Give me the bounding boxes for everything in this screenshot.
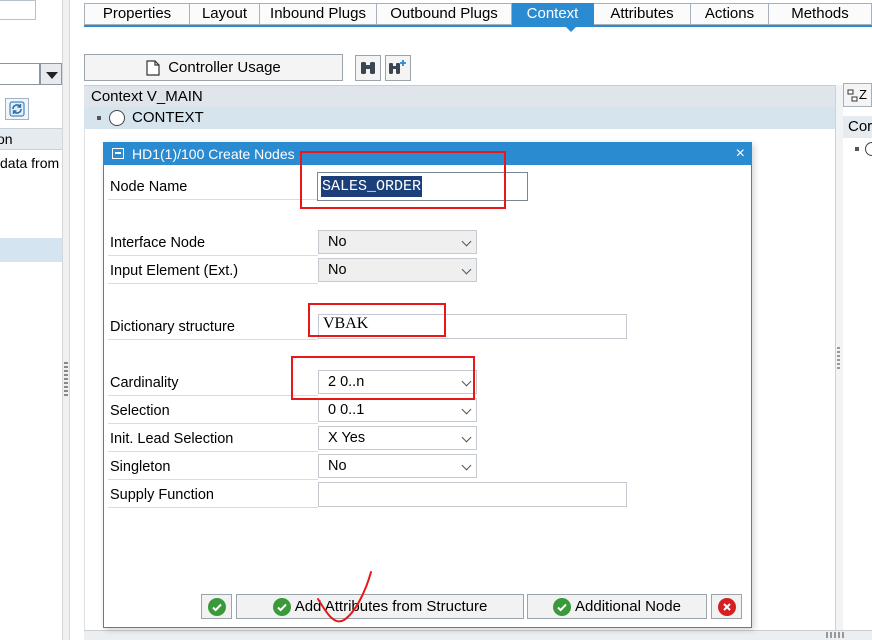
find-button[interactable] <box>355 55 381 81</box>
checkmark-icon <box>207 597 226 616</box>
selection-label: Selection <box>110 403 170 419</box>
chevron-down-icon <box>461 236 472 247</box>
refresh-icon <box>9 101 25 117</box>
left-list-item-text: data from <box>0 155 60 171</box>
right-splitter-grip-icon[interactable] <box>837 347 840 369</box>
chevron-down-icon <box>461 460 472 471</box>
chevron-down-icon <box>461 404 472 415</box>
dropdown-arrow-icon[interactable] <box>40 63 62 85</box>
node-name-value[interactable]: SALES_ORDER <box>321 176 423 197</box>
cardinality-select[interactable]: 2 0..n <box>318 370 477 394</box>
refresh-button[interactable] <box>5 98 29 120</box>
additional-node-button[interactable]: Additional Node <box>527 594 707 619</box>
add-attributes-from-structure-button[interactable]: Add Attributes from Structure <box>236 594 524 619</box>
checkmark-icon <box>272 597 291 616</box>
splitter-grip-icon[interactable] <box>64 362 68 398</box>
nodes-icon <box>847 89 858 102</box>
scroll-grip-icon[interactable] <box>826 632 846 638</box>
dialog-title: HD1(1)/100 Create Nodes <box>132 146 295 162</box>
interface-node-label: Interface Node <box>110 235 206 251</box>
horizontal-scrollbar[interactable] <box>84 630 872 640</box>
tab-bar: Properties Layout Inbound Plugs Outbound… <box>84 3 872 25</box>
tab-outbound-plugs[interactable]: Outbound Plugs <box>377 3 512 25</box>
dictionary-structure-value: VBAK <box>323 315 369 332</box>
add-attributes-label: Add Attributes from Structure <box>294 598 488 615</box>
tab-methods[interactable]: Methods <box>769 3 872 25</box>
dialog-title-bar[interactable]: HD1(1)/100 Create Nodes × <box>104 143 751 165</box>
field-divider <box>108 339 318 340</box>
dictionary-structure-label: Dictionary structure <box>110 319 235 335</box>
active-tab-indicator <box>566 27 576 32</box>
field-divider <box>108 507 318 508</box>
init-lead-selection-select[interactable]: X Yes <box>318 426 477 450</box>
tab-layout[interactable]: Layout <box>190 3 260 25</box>
cancel-icon <box>717 597 736 616</box>
close-icon[interactable]: × <box>736 143 745 165</box>
tab-properties[interactable]: Properties <box>84 3 190 25</box>
context-root-label[interactable]: CONTEXT <box>132 109 204 126</box>
binoculars-icon <box>361 62 375 74</box>
tab-inbound-plugs[interactable]: Inbound Plugs <box>260 3 377 25</box>
additional-node-label: Additional Node <box>575 598 681 615</box>
selection-value: 0 0..1 <box>328 402 365 418</box>
input-element-value: No <box>328 262 347 278</box>
find-next-button[interactable] <box>385 55 411 81</box>
left-list-item[interactable]: data from <box>0 152 62 174</box>
chevron-down-icon <box>461 264 472 275</box>
right-context-node-icon <box>865 142 872 156</box>
field-divider <box>108 199 318 200</box>
supply-function-input[interactable] <box>318 482 627 507</box>
ok-button[interactable] <box>201 594 232 619</box>
input-element-select[interactable]: No <box>318 258 477 282</box>
field-divider <box>108 423 318 424</box>
init-lead-selection-value: X Yes <box>328 430 366 446</box>
left-column-header: tion <box>0 128 62 150</box>
supply-function-label: Supply Function <box>110 487 214 503</box>
tree-bullet-icon <box>97 116 101 120</box>
document-icon <box>146 59 160 76</box>
left-panel: tion data from <box>0 0 62 640</box>
left-dropdown-field[interactable] <box>0 63 40 85</box>
field-divider <box>108 255 318 256</box>
tab-context[interactable]: Context <box>512 3 594 25</box>
tab-underline <box>84 25 872 27</box>
controller-usage-label: Controller Usage <box>168 59 281 76</box>
chevron-down-icon <box>461 376 472 387</box>
left-input-field[interactable] <box>0 0 36 20</box>
binoculars-plus-icon <box>389 60 406 74</box>
context-header: Context V_MAIN <box>84 85 835 107</box>
singleton-value: No <box>328 458 347 474</box>
singleton-select[interactable]: No <box>318 454 477 478</box>
controller-usage-button[interactable]: Controller Usage <box>84 54 343 81</box>
cancel-button[interactable] <box>711 594 742 619</box>
tab-attributes[interactable]: Attributes <box>594 3 691 25</box>
field-divider <box>108 283 318 284</box>
field-divider <box>108 451 318 452</box>
context-node-icon <box>109 110 125 126</box>
vertical-splitter[interactable] <box>62 0 70 640</box>
cardinality-value: 2 0..n <box>328 374 365 390</box>
interface-node-select[interactable]: No <box>318 230 477 254</box>
right-tree-bullet-icon <box>855 147 859 151</box>
chevron-down-icon <box>461 432 472 443</box>
left-column-header-text: tion <box>0 131 13 147</box>
node-name-label: Node Name <box>110 179 188 195</box>
init-lead-selection-label: Init. Lead Selection <box>110 431 234 447</box>
field-divider <box>108 395 318 396</box>
right-panel-button[interactable]: Z <box>843 83 872 107</box>
window-icon <box>112 148 124 159</box>
singleton-label: Singleton <box>110 459 171 475</box>
tab-actions[interactable]: Actions <box>691 3 769 25</box>
interface-node-value: No <box>328 234 347 250</box>
right-panel-header: Cor <box>843 116 872 138</box>
field-divider <box>108 479 318 480</box>
right-panel-button-label: Z <box>859 87 867 102</box>
cardinality-label: Cardinality <box>110 375 179 391</box>
input-element-label: Input Element (Ext.) <box>110 263 239 279</box>
checkmark-icon <box>553 597 572 616</box>
left-selected-row[interactable] <box>0 238 62 262</box>
selection-select[interactable]: 0 0..1 <box>318 398 477 422</box>
